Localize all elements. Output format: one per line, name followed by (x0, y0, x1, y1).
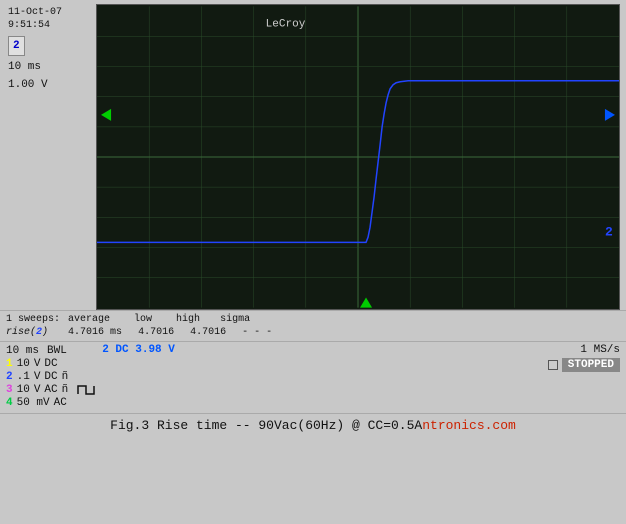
rise2-avg: 4.7016 ms (68, 327, 122, 338)
timestamp: 11-Oct-07 9:51:54 (8, 6, 94, 32)
timebase-row: 10 ms BWL (6, 345, 102, 357)
scope-brand-label: LeCroy (266, 19, 306, 31)
ch3-coupling: AC (44, 384, 57, 396)
ch2-extra: ñ (62, 371, 69, 383)
col-sigma: sigma (220, 314, 250, 325)
ch1-volt: 10 (17, 358, 30, 370)
ch2-label: 2 (605, 224, 613, 239)
stopped-icon (548, 360, 558, 370)
stopped-badge: STOPPED (562, 358, 620, 372)
channel-indicator: 2 (8, 36, 25, 56)
time-display: 9:51:54 (8, 19, 94, 32)
caption-text: Fig.3 Rise time -- 90Vac(60Hz) @ CC=0.5A (110, 418, 422, 433)
sweeps-label: 1 sweeps: (6, 314, 60, 325)
time-per-div: 10 ms (8, 59, 94, 77)
ch4-num: 4 (6, 397, 13, 409)
right-status: 1 MS/s STOPPED (548, 344, 620, 372)
ch2-coupling: DC (44, 371, 57, 383)
ch1-num: 1 (6, 358, 13, 370)
bwl-label: BWL (47, 345, 67, 357)
ch2-dc-label: 2 DC 3.98 V (102, 344, 175, 356)
ch2-row: 2 .1 V DC ñ (6, 371, 102, 383)
ch2-unit: V (34, 371, 41, 383)
meas-line-values: rise(2) 4.7016 ms 4.7016 4.7016 - - - (6, 326, 620, 339)
channel-status-left: 10 ms BWL 1 10 V DC 2 .1 (6, 344, 102, 409)
left-panel: 11-Oct-07 9:51:54 2 10 ms 1.00 V (6, 4, 96, 310)
col-high: high (176, 314, 200, 325)
stopped-row: STOPPED (548, 358, 620, 372)
timebase-value: 10 ms (6, 345, 39, 357)
ch3-unit: V (34, 384, 41, 396)
ch1-unit: V (34, 358, 41, 370)
ch2-dc-area: 2 DC 3.98 V (102, 344, 175, 360)
caption: Fig.3 Rise time -- 90Vac(60Hz) @ CC=0.5A… (0, 413, 626, 435)
sample-rate: 1 MS/s (580, 344, 620, 356)
meas-line-header: 1 sweeps: average low high sigma (6, 313, 620, 326)
scope-area: 11-Oct-07 9:51:54 2 10 ms 1.00 V (0, 0, 626, 310)
rise2-low: 4.7016 (138, 327, 174, 338)
ch1-row: 1 10 V DC (6, 358, 102, 370)
main-container: 11-Oct-07 9:51:54 2 10 ms 1.00 V (0, 0, 626, 524)
ch4-volt: 50 mV (17, 397, 50, 409)
scope-svg: LeCroy 2 (97, 5, 619, 309)
date-display: 11-Oct-07 (8, 6, 94, 19)
ch3-volt: 10 (17, 384, 30, 396)
square-wave-icon (76, 384, 98, 396)
measurements-row: 1 sweeps: average low high sigma rise(2)… (0, 310, 626, 341)
volt-per-div: 1.00 V (8, 77, 94, 95)
ch3-extra: ñ (62, 384, 69, 396)
ch1-coupling: DC (44, 358, 57, 370)
ch-info: 10 ms 1.00 V (8, 59, 94, 94)
rise2-label: rise(2) (6, 327, 48, 338)
ch4-coupling: AC (54, 397, 67, 409)
ch4-row: 4 50 mV AC (6, 397, 102, 409)
col-low: low (134, 314, 152, 325)
scope-screen: LeCroy 2 (96, 4, 620, 310)
ch2-num: 2 (6, 371, 13, 383)
ch3-num: 3 (6, 384, 13, 396)
rise2-sigma: - - - (242, 327, 272, 338)
ch3-row: 3 10 V AC ñ (6, 384, 102, 396)
rise2-high: 4.7016 (190, 327, 226, 338)
brand-text: ntronics.com (422, 418, 516, 433)
col-average: average (68, 314, 110, 325)
channels-list: 1 10 V DC 2 .1 V DC ñ 3 (6, 358, 102, 409)
ch2-volt: .1 (17, 371, 30, 383)
status-bar: 10 ms BWL 1 10 V DC 2 .1 (0, 341, 626, 413)
